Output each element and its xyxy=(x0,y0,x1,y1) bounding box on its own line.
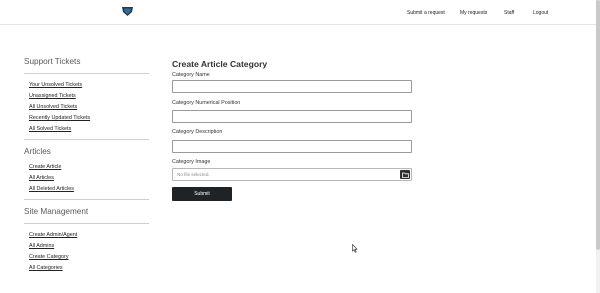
sidebar-section-support-tickets: Support Tickets Your Unsolved Tickets Un… xyxy=(24,56,149,140)
sidebar: Support Tickets Your Unsolved Tickets Un… xyxy=(24,56,149,274)
sidebar-item-all-admins[interactable]: All Admins xyxy=(24,241,149,252)
sidebar-item-all-deleted-articles[interactable]: All Deleted Articles xyxy=(24,184,149,195)
category-description-label: Category Description xyxy=(172,129,223,135)
divider xyxy=(24,199,149,200)
category-name-input[interactable] xyxy=(172,80,412,93)
browse-file-button[interactable] xyxy=(400,170,410,179)
divider xyxy=(24,73,149,74)
sidebar-item-create-article[interactable]: Create Article xyxy=(24,162,149,173)
sidebar-section-title: Support Tickets xyxy=(24,57,81,66)
top-navigation-bar: Submit a request My requests Staff Logou… xyxy=(0,0,600,25)
category-image-file-input[interactable]: No file selected. xyxy=(172,168,412,181)
sidebar-item-all-unsolved-tickets[interactable]: All Unsolved Tickets xyxy=(24,102,149,113)
nav-logout[interactable]: Logout xyxy=(533,10,548,16)
sidebar-item-create-admin-agent[interactable]: Create Admin/Agent xyxy=(24,230,149,241)
divider xyxy=(24,139,149,140)
category-position-input[interactable] xyxy=(172,110,412,123)
nav-submit-request[interactable]: Submit a request xyxy=(407,10,445,16)
file-placeholder: No file selected. xyxy=(177,172,210,177)
sidebar-item-recently-updated-tickets[interactable]: Recently Updated Tickets xyxy=(24,113,149,124)
sidebar-item-all-categories[interactable]: All Categories xyxy=(24,263,149,274)
sidebar-item-unassigned-tickets[interactable]: Unassigned Tickets xyxy=(24,91,149,102)
folder-icon xyxy=(401,172,409,178)
nav-staff[interactable]: Staff xyxy=(504,10,514,16)
sidebar-section-title: Articles xyxy=(24,147,51,156)
category-name-label: Category Name xyxy=(172,72,210,78)
scrollbar-thumb[interactable] xyxy=(596,0,600,250)
sidebar-section-articles: Articles Create Article All Articles All… xyxy=(24,146,149,200)
divider xyxy=(24,223,149,224)
sidebar-item-all-solved-tickets[interactable]: All Solved Tickets xyxy=(24,124,149,135)
category-position-label: Category Numerical Position xyxy=(172,100,241,106)
sidebar-section-title: Site Management xyxy=(24,207,89,216)
category-image-label: Category Image xyxy=(172,159,211,165)
mouse-cursor-icon xyxy=(352,244,358,253)
category-description-input[interactable] xyxy=(172,140,412,153)
sidebar-item-your-unsolved-tickets[interactable]: Your Unsolved Tickets xyxy=(24,80,149,91)
page-scrollbar[interactable] xyxy=(596,0,600,293)
shield-emblem-icon[interactable] xyxy=(121,6,134,17)
sidebar-item-all-articles[interactable]: All Articles xyxy=(24,173,149,184)
create-category-form: Create Article Category Category Name Ca… xyxy=(172,58,412,201)
sidebar-item-create-category[interactable]: Create Category xyxy=(24,252,149,263)
sidebar-section-site-management: Site Management Create Admin/Agent All A… xyxy=(24,206,149,274)
page-title: Create Article Category xyxy=(172,59,268,69)
submit-button[interactable]: Submit xyxy=(172,187,232,201)
nav-my-requests[interactable]: My requests xyxy=(460,10,487,16)
